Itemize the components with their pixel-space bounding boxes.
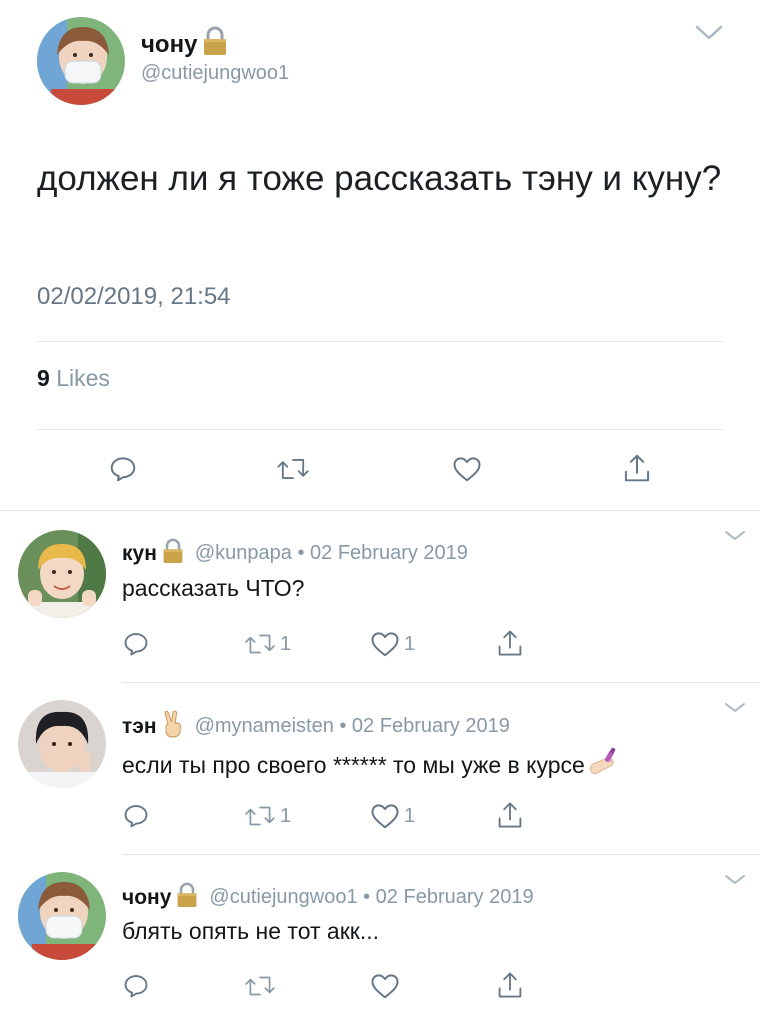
tweet-timestamp[interactable]: 02/02/2019, 21:54 bbox=[37, 283, 231, 311]
divider bbox=[37, 341, 723, 342]
reply-button[interactable] bbox=[108, 454, 138, 484]
reply-tweet[interactable]: тэн @mynameisten • 02 February 2019 если… bbox=[0, 682, 760, 854]
reply-icon bbox=[124, 633, 148, 656]
retweet-count: 1 bbox=[280, 804, 292, 827]
reply-text-content: если ты про своего ****** то мы уже в ку… bbox=[122, 751, 585, 778]
display-name[interactable]: тэн bbox=[122, 715, 157, 739]
lock-icon bbox=[201, 26, 229, 63]
reply-text: рассказать ЧТО? bbox=[122, 575, 305, 601]
share-icon bbox=[498, 972, 522, 998]
like-button[interactable]: 1 bbox=[370, 802, 415, 830]
reply-button[interactable] bbox=[122, 972, 150, 1000]
chevron-down-icon[interactable] bbox=[724, 874, 746, 886]
reply-header: кун @kunpapa • 02 February 2019 bbox=[122, 538, 468, 569]
reply-tweet[interactable]: чону @cutiejungwoo1 • 02 February 2019 б… bbox=[0, 854, 760, 1024]
handle[interactable]: @cutiejungwoo1 bbox=[141, 62, 289, 85]
share-button[interactable] bbox=[496, 628, 524, 658]
reply-button[interactable] bbox=[122, 630, 150, 658]
display-name[interactable]: кун bbox=[122, 542, 157, 566]
likes-count[interactable]: 9 Likes bbox=[37, 365, 110, 392]
retweet-button[interactable]: 1 bbox=[244, 632, 291, 656]
chevron-down-icon[interactable] bbox=[694, 24, 724, 42]
reply-text: если ты про своего ****** то мы уже в ку… bbox=[122, 747, 619, 783]
like-count: 1 bbox=[404, 804, 416, 827]
retweet-button[interactable] bbox=[244, 974, 280, 998]
share-icon bbox=[498, 630, 522, 656]
retweet-icon bbox=[245, 806, 275, 826]
reply-header: чону @cutiejungwoo1 • 02 February 2019 bbox=[122, 882, 534, 913]
nail-polish-icon bbox=[587, 747, 619, 783]
reply-header: тэн @mynameisten • 02 February 2019 bbox=[122, 710, 510, 743]
share-button[interactable] bbox=[622, 452, 652, 484]
avatar[interactable] bbox=[18, 700, 106, 788]
reply-tweet[interactable]: кун @kunpapa • 02 February 2019 рассказа… bbox=[0, 510, 760, 682]
chevron-down-icon[interactable] bbox=[724, 530, 746, 542]
tweet-text: должен ли я тоже рассказать тэну и куну? bbox=[37, 159, 722, 198]
chevron-down-icon[interactable] bbox=[724, 702, 746, 714]
display-name-text[interactable]: чону bbox=[141, 31, 197, 59]
heart-icon bbox=[453, 457, 481, 482]
main-tweet: чону @cutiejungwoo1 должен ли я тоже рас… bbox=[0, 0, 760, 510]
heart-icon bbox=[371, 974, 399, 999]
display-name[interactable]: чону bbox=[141, 26, 229, 63]
heart-icon bbox=[371, 632, 399, 657]
handle-and-date[interactable]: @mynameisten • 02 February 2019 bbox=[195, 715, 510, 738]
share-button[interactable] bbox=[496, 970, 524, 1000]
share-button[interactable] bbox=[496, 800, 524, 830]
lock-icon bbox=[175, 882, 199, 913]
retweet-icon bbox=[245, 634, 275, 654]
victory-hand-icon bbox=[161, 710, 185, 743]
avatar[interactable] bbox=[18, 530, 106, 618]
avatar[interactable] bbox=[18, 872, 106, 960]
likes-number: 9 bbox=[37, 365, 50, 391]
reply-icon bbox=[124, 975, 148, 998]
likes-label: Likes bbox=[56, 365, 110, 391]
reply-button[interactable] bbox=[122, 802, 150, 830]
like-button[interactable] bbox=[370, 972, 404, 1000]
share-icon bbox=[498, 802, 522, 828]
handle-and-date[interactable]: @kunpapa • 02 February 2019 bbox=[195, 542, 468, 565]
lock-icon bbox=[161, 538, 185, 569]
reply-text: блять опять не тот акк... bbox=[122, 918, 379, 944]
heart-icon bbox=[371, 804, 399, 829]
retweet-button[interactable]: 1 bbox=[244, 804, 291, 828]
like-button[interactable]: 1 bbox=[370, 630, 415, 658]
divider bbox=[37, 429, 723, 430]
share-icon bbox=[624, 454, 650, 482]
display-name[interactable]: чону bbox=[122, 886, 171, 910]
retweet-icon bbox=[245, 976, 275, 996]
reply-icon bbox=[110, 457, 136, 482]
retweet-icon bbox=[277, 459, 309, 479]
reply-icon bbox=[124, 805, 148, 828]
handle-and-date[interactable]: @cutiejungwoo1 • 02 February 2019 bbox=[209, 886, 533, 909]
avatar[interactable] bbox=[37, 17, 125, 105]
retweet-button[interactable] bbox=[276, 456, 310, 482]
like-button[interactable] bbox=[452, 455, 482, 483]
like-count: 1 bbox=[404, 632, 416, 655]
retweet-count: 1 bbox=[280, 632, 292, 655]
